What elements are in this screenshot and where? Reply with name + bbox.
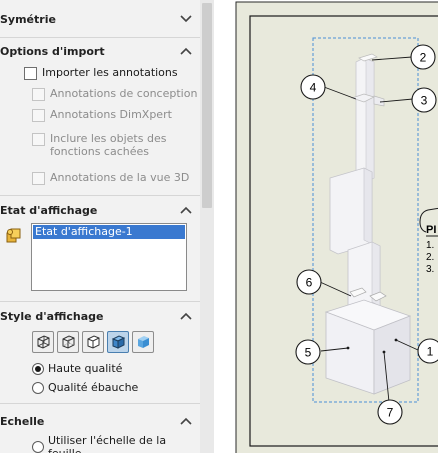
section-title-display-style: Style d'affichage: [0, 309, 104, 323]
style-button-hidden-removed[interactable]: [82, 331, 104, 353]
balloon-1[interactable]: 1: [417, 338, 438, 364]
section-title-import: Options d'import: [0, 44, 105, 58]
balloon-2[interactable]: 2: [410, 44, 436, 70]
style-button-shaded-edges[interactable]: [107, 331, 129, 353]
chevron-down-icon[interactable]: [178, 11, 194, 27]
dimxpert-annotations-option[interactable]: Annotations DimXpert: [32, 108, 172, 122]
parts-list-header: PI: [426, 224, 436, 236]
quality-draft-radio[interactable]: [32, 381, 44, 394]
dimxpert-annotations-checkbox[interactable]: [32, 109, 45, 122]
display-state-icon: [4, 226, 22, 247]
divider: [0, 301, 200, 302]
chevron-up-icon[interactable]: [178, 308, 194, 324]
balloon-6[interactable]: 6: [296, 269, 322, 295]
section-title-display-state: Etat d'affichage: [0, 203, 98, 217]
balloon-7[interactable]: 7: [377, 399, 403, 425]
view3d-annotations-checkbox[interactable]: [32, 172, 45, 185]
design-annotations-label: Annotations de conception: [50, 87, 198, 100]
solidworks-window: Symétrie Options d'import Importer les a…: [0, 0, 438, 453]
hidden-objects-option[interactable]: Inclure les objets des fonctions cachées: [32, 132, 192, 158]
panel-scrollbar[interactable]: [200, 0, 214, 453]
drawing-area[interactable]: 2 4 3 6 5 1 7 PI 1. 2. 3.: [214, 0, 438, 453]
quality-draft-option[interactable]: Qualité ébauche: [32, 381, 138, 394]
quality-high-radio[interactable]: [32, 362, 44, 375]
import-annotations-checkbox[interactable]: [24, 67, 37, 80]
import-annotations-option[interactable]: Importer les annotations: [24, 66, 178, 80]
design-annotations-option[interactable]: Annotations de conception: [32, 87, 197, 101]
balloon-4-label: 4: [310, 81, 317, 95]
design-annotations-checkbox[interactable]: [32, 88, 45, 101]
drawing-sheet[interactable]: 2 4 3 6 5 1 7 PI 1. 2. 3.: [214, 0, 438, 453]
wireframe-icon: [37, 335, 50, 349]
hidden-objects-label: Inclure les objets des fonctions cachées: [50, 132, 167, 158]
section-header-display-state[interactable]: Etat d'affichage: [0, 199, 200, 221]
quality-high-label: Haute qualité: [48, 362, 123, 375]
display-state-item[interactable]: Etat d'affichage-1: [33, 225, 185, 239]
scrollbar-thumb[interactable]: [202, 3, 212, 208]
section-header-import[interactable]: Options d'import: [0, 40, 200, 62]
use-sheet-scale-option[interactable]: Utiliser l'échelle de la feuille: [32, 434, 200, 453]
view3d-annotations-label: Annotations de la vue 3D: [50, 171, 190, 184]
chevron-up-icon[interactable]: [178, 43, 194, 59]
section-title-scale: Echelle: [0, 414, 45, 428]
balloon-3[interactable]: 3: [411, 87, 437, 113]
dimxpert-annotations-label: Annotations DimXpert: [50, 108, 172, 121]
quality-draft-label: Qualité ébauche: [48, 381, 139, 394]
balloon-5-label: 5: [305, 346, 312, 360]
style-button-shaded[interactable]: [132, 331, 154, 353]
parts-list-row: 1.: [426, 240, 434, 251]
style-button-wireframe[interactable]: [32, 331, 54, 353]
parts-list-row: 2.: [426, 252, 434, 263]
hidden-objects-checkbox[interactable]: [32, 133, 45, 146]
balloon-7-label: 7: [387, 406, 394, 420]
section-header-display-style[interactable]: Style d'affichage: [0, 305, 200, 327]
use-sheet-scale-label: Utiliser l'échelle de la feuille: [48, 434, 167, 453]
use-sheet-scale-radio[interactable]: [32, 441, 44, 453]
view3d-annotations-option[interactable]: Annotations de la vue 3D: [32, 171, 189, 185]
balloon-3-label: 3: [421, 94, 428, 108]
divider: [0, 195, 200, 196]
style-button-hidden-visible[interactable]: [57, 331, 79, 353]
chevron-up-icon[interactable]: [178, 202, 194, 218]
shaded-with-edges-icon: [111, 335, 126, 349]
hidden-lines-removed-icon: [87, 335, 100, 349]
property-manager-panel: Symétrie Options d'import Importer les a…: [0, 0, 200, 453]
shaded-icon: [138, 336, 149, 348]
divider: [0, 37, 200, 38]
balloon-6-label: 6: [306, 276, 313, 290]
balloon-2-label: 2: [420, 51, 427, 65]
balloon-1-label: 1: [427, 345, 434, 359]
section-header-symetrie[interactable]: Symétrie: [0, 8, 200, 30]
chevron-up-icon[interactable]: [178, 413, 194, 429]
balloon-5[interactable]: 5: [295, 339, 321, 365]
divider: [0, 403, 200, 404]
section-title-symetrie: Symétrie: [0, 12, 56, 26]
balloon-4[interactable]: 4: [300, 74, 326, 100]
quality-high-option[interactable]: Haute qualité: [32, 362, 122, 375]
parts-list-row: 3.: [426, 264, 434, 275]
import-annotations-label: Importer les annotations: [42, 66, 178, 79]
display-state-list[interactable]: Etat d'affichage-1: [31, 223, 187, 291]
hidden-lines-visible-icon: [62, 335, 75, 349]
section-header-scale[interactable]: Echelle: [0, 410, 200, 432]
